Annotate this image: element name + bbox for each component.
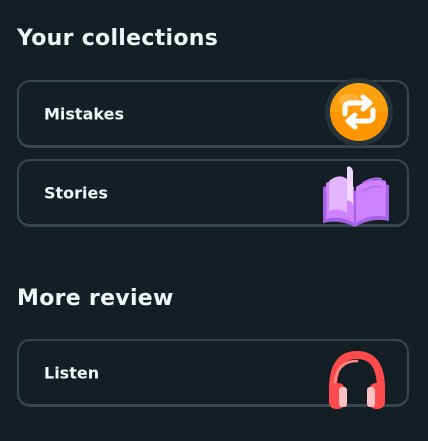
- listen-card[interactable]: Listen: [17, 339, 409, 409]
- mistakes-card[interactable]: Mistakes: [17, 78, 409, 148]
- open-book-icon: [323, 166, 389, 227]
- collections-page: Your collections Mistakes Stories More r…: [0, 0, 428, 441]
- stories-label: Stories: [44, 183, 108, 202]
- headphones-icon: [329, 350, 385, 409]
- stories-card[interactable]: Stories: [17, 159, 409, 227]
- mistakes-label: Mistakes: [44, 104, 124, 123]
- more-review-heading: More review: [17, 286, 174, 311]
- listen-label: Listen: [44, 363, 100, 382]
- your-collections-heading: Your collections: [17, 26, 219, 51]
- refresh-arrows-icon: [325, 78, 393, 146]
